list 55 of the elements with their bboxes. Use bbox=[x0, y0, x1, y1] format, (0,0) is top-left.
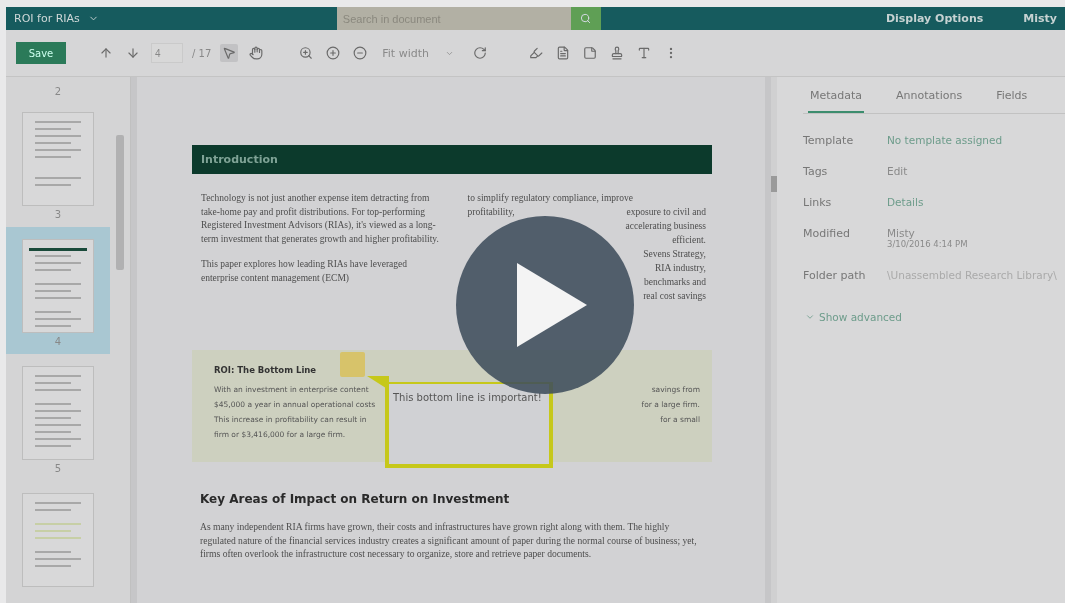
field-label: Folder path bbox=[803, 269, 867, 282]
thumbnail-tile[interactable]: 4 bbox=[6, 227, 110, 354]
page-thumbnail[interactable] bbox=[22, 112, 94, 206]
body-text: accelerating business bbox=[625, 220, 706, 233]
panel-tab[interactable]: Annotations bbox=[894, 89, 965, 113]
body-text: benchmarks and bbox=[644, 276, 706, 289]
page-label: 4 bbox=[54, 335, 62, 349]
thumbnail-tile[interactable]: 3 bbox=[6, 100, 110, 227]
show-advanced-link[interactable]: Show advanced bbox=[803, 311, 902, 323]
page-thumbnail[interactable] bbox=[22, 493, 94, 587]
field-detail: 3/10/2016 4:14 PM bbox=[887, 239, 969, 249]
callout-title: ROI: The Bottom Line bbox=[214, 365, 318, 375]
document-title[interactable]: ROI for RIAs bbox=[14, 12, 80, 25]
field-label: Tags bbox=[803, 165, 829, 178]
body-text: efficient. bbox=[672, 234, 706, 247]
zoom-dropdown[interactable]: Fit width bbox=[378, 46, 463, 60]
body-text: As many independent RIA firms have grown, their costs and infrastructures have grown right along with them. The highly regulated nature of the financial services industry creates a significant amount of paper during the normal course of business; yet, firms often overlook the infrastructure cost necessary to organize, store and retrieve paper documents. bbox=[200, 520, 698, 561]
body-text: Technology is not just another expense item detracting from take-home pay and profit distributions. For top-performing Registered Investment Advisors (RIAs), it's viewed as a long-term investment that generates growth and higher profitability. bbox=[201, 192, 440, 246]
field-label: Links bbox=[803, 196, 833, 209]
display-options-link[interactable]: Display Options bbox=[885, 12, 984, 25]
pointer-icon[interactable] bbox=[220, 44, 239, 62]
page-label: 5 bbox=[54, 462, 62, 476]
body-text: This paper explores how leading RIAs have leveraged enterprise content management (ECM) bbox=[201, 258, 409, 285]
search-icon bbox=[580, 13, 592, 24]
page-label: 3 bbox=[54, 208, 62, 222]
save-button[interactable]: Save bbox=[16, 42, 66, 64]
annotation-text: This bottom line is important! bbox=[393, 392, 542, 403]
panel-tab[interactable]: Fields bbox=[994, 89, 1030, 113]
search-button[interactable] bbox=[570, 7, 601, 30]
field-value: Misty bbox=[887, 227, 916, 239]
page-count: / 17 bbox=[192, 47, 212, 59]
caret-icon bbox=[805, 312, 815, 322]
thumbnail-tile[interactable]: 5 bbox=[6, 354, 110, 481]
page-number-field[interactable]: 4 bbox=[151, 43, 183, 63]
body-text: real cost savings bbox=[643, 290, 706, 303]
field-label: Template bbox=[803, 134, 855, 147]
user-menu[interactable]: Misty bbox=[1023, 12, 1057, 25]
field-value: Edit bbox=[887, 165, 909, 177]
splitter-handle[interactable] bbox=[771, 176, 777, 192]
body-text: profitability, bbox=[467, 206, 515, 219]
field-label: Modified bbox=[803, 227, 851, 242]
body-text: Sevens Strategy, bbox=[643, 248, 706, 261]
annotation-popup[interactable]: This bottom line is important! bbox=[385, 382, 553, 468]
body-text: to simplify regulatory compliance, improve bbox=[467, 192, 633, 205]
scrollbar[interactable] bbox=[116, 135, 124, 270]
page-thumbnail[interactable] bbox=[22, 366, 94, 460]
body-text: RIA industry, bbox=[654, 262, 706, 275]
section-title: Key Areas of Impact on Return on Investment bbox=[200, 492, 511, 506]
field-link[interactable]: No template assigned bbox=[887, 134, 1065, 146]
page-thumbnail[interactable] bbox=[22, 239, 94, 333]
panel-tab[interactable]: Metadata bbox=[808, 89, 865, 113]
body-text: exposure to civil and bbox=[626, 206, 706, 219]
section-heading: Introduction bbox=[192, 145, 712, 174]
page-label: 2 bbox=[54, 85, 62, 99]
field-link[interactable]: Details bbox=[887, 196, 1065, 208]
